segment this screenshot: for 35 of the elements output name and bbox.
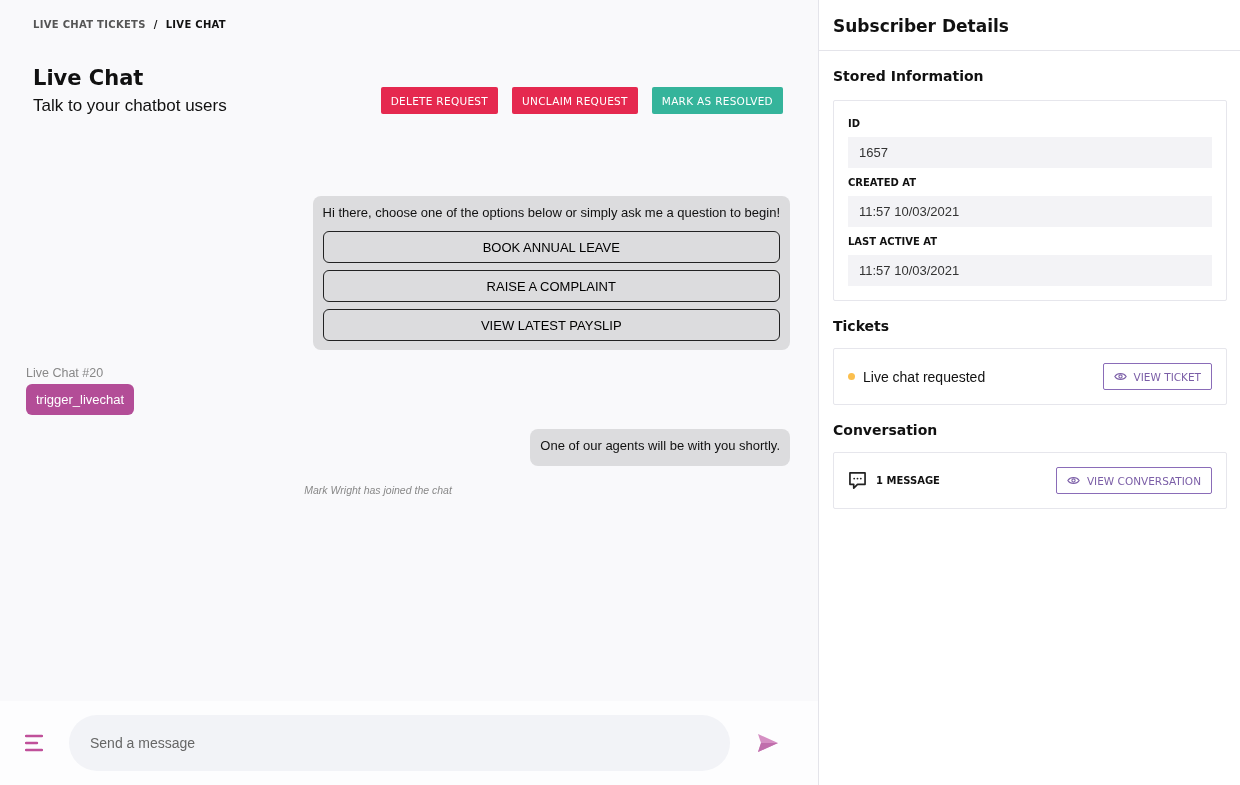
section-title: Stored Information bbox=[833, 68, 985, 84]
field-label: ID bbox=[848, 118, 862, 129]
option-button[interactable]: VIEW LATEST PAYSLIP bbox=[322, 309, 780, 341]
option-button[interactable]: BOOK ANNUAL LEAVE bbox=[322, 231, 780, 263]
field-value: 11:57 10/03/2021 bbox=[848, 255, 1212, 286]
system-message: Mark Wright has joined the chat bbox=[304, 484, 452, 496]
menu-icon[interactable] bbox=[25, 734, 43, 752]
eye-icon bbox=[1066, 476, 1080, 485]
section-title: Conversation bbox=[833, 422, 939, 438]
chat-label: Live Chat #20 bbox=[26, 366, 104, 380]
field-value: 11:57 10/03/2021 bbox=[848, 196, 1212, 227]
section-title: Tickets bbox=[833, 318, 891, 334]
field-label: CREATED AT bbox=[848, 177, 918, 188]
page-title: Live Chat bbox=[33, 66, 145, 90]
message-text: One of our agents will be with you shortly. bbox=[540, 438, 780, 453]
user-message: trigger_livechat bbox=[26, 384, 135, 415]
page-subtitle: Talk to your chatbot users bbox=[33, 96, 227, 116]
eye-icon bbox=[1113, 372, 1127, 381]
field-value: 1657 bbox=[848, 137, 1212, 168]
action-button[interactable]: UNCLAIM REQUEST bbox=[512, 87, 638, 114]
view-ticket-button[interactable]: VIEW TICKET bbox=[1102, 363, 1212, 390]
option-button[interactable]: RAISE A COMPLAINT bbox=[322, 270, 780, 302]
send-icon[interactable] bbox=[758, 734, 778, 752]
field-label: LAST ACTIVE AT bbox=[848, 236, 939, 247]
panel-title: Subscriber Details bbox=[819, 0, 1240, 51]
message-text: Hi there, choose one of the options below or simply ask me a question to begin! bbox=[322, 205, 780, 220]
message-count: 1 MESSAGE bbox=[876, 475, 941, 486]
breadcrumb-item: LIVE CHAT bbox=[165, 19, 226, 30]
view-conversation-button[interactable]: VIEW CONVERSATION bbox=[1055, 467, 1212, 494]
speech-bubble-icon bbox=[848, 472, 867, 489]
breadcrumb-separator: / bbox=[153, 19, 158, 30]
action-button[interactable]: DELETE REQUEST bbox=[380, 87, 499, 114]
message-input[interactable]: Send a message bbox=[69, 715, 730, 771]
breadcrumb-item[interactable]: LIVE CHAT TICKETS bbox=[33, 19, 146, 30]
ticket-status: Live chat requested bbox=[863, 368, 987, 385]
